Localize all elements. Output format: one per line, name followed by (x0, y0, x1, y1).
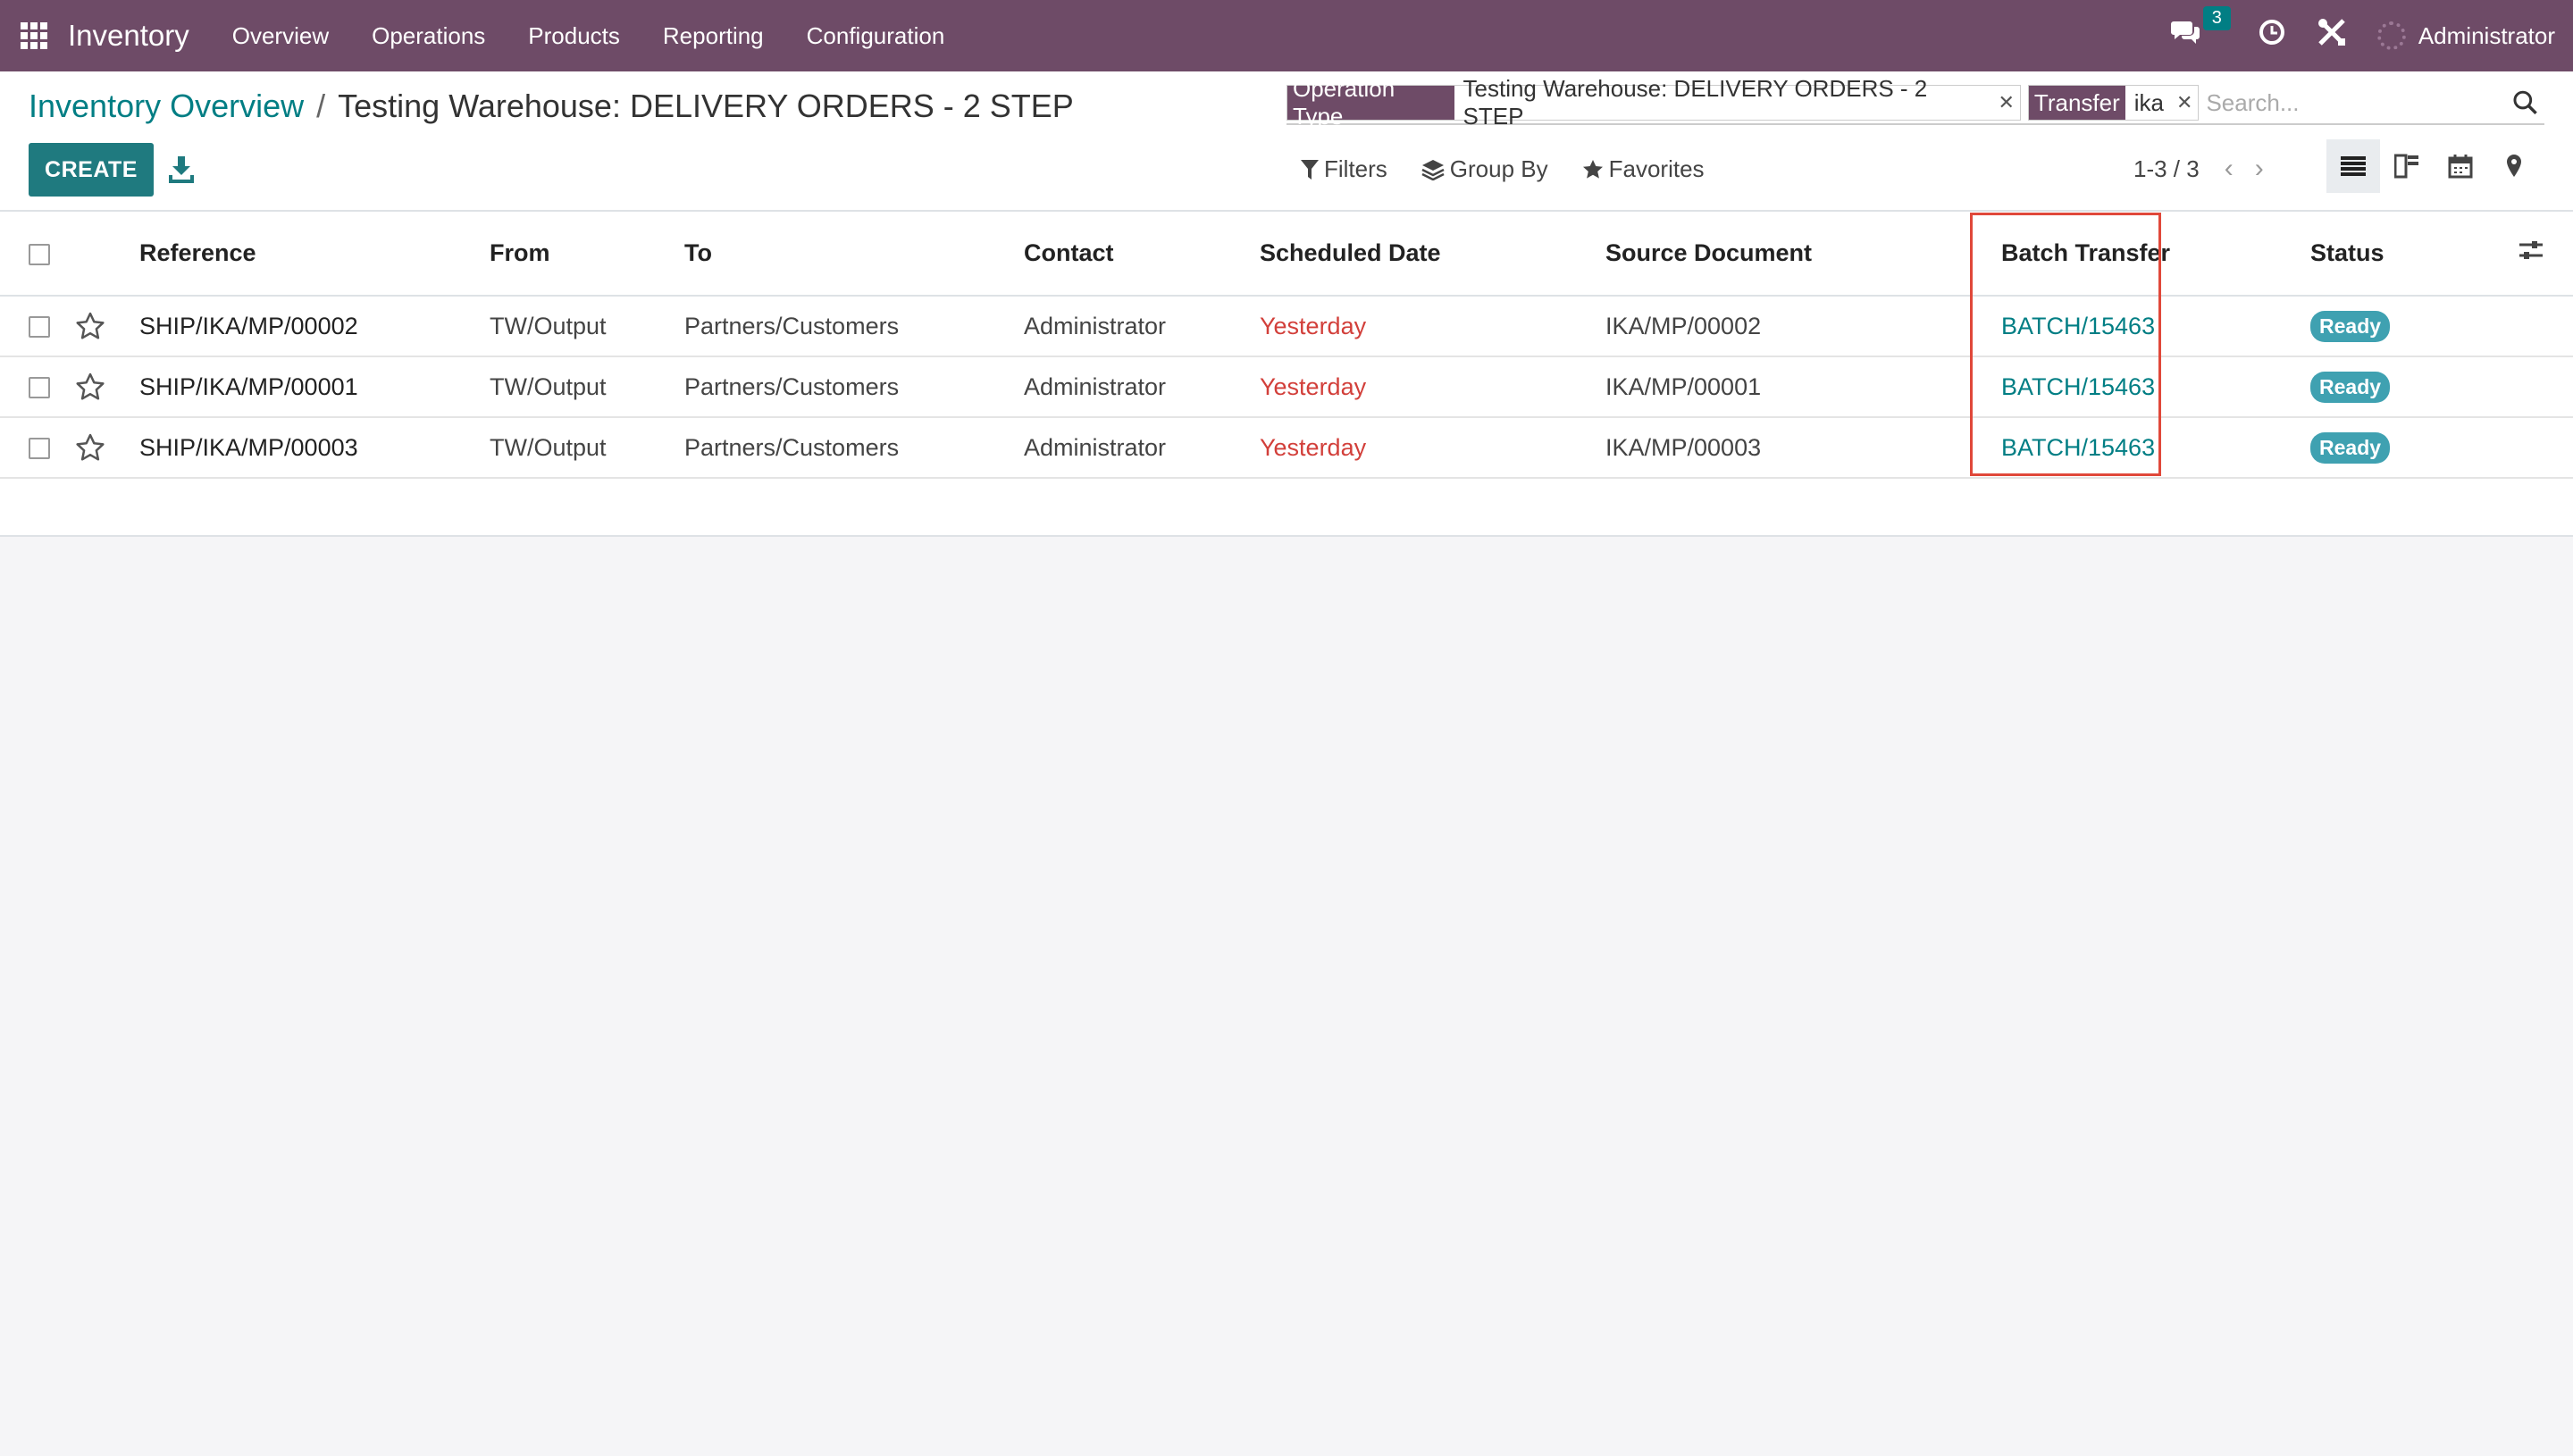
batch-transfer-link[interactable]: BATCH/15463 (2001, 373, 2155, 400)
status-badge: Ready (2310, 371, 2391, 403)
messages-icon[interactable]: 3 (2170, 6, 2231, 53)
pager-value[interactable]: 1-3 / 3 (2133, 155, 2200, 183)
funnel-icon (1301, 159, 1319, 180)
cell-from: TW/Output (490, 433, 607, 461)
column-header-status[interactable]: Status (2310, 212, 2516, 296)
create-button[interactable]: CREATE (29, 143, 154, 197)
map-view-icon[interactable] (2487, 139, 2541, 193)
layers-icon (1421, 159, 1445, 180)
select-all-checkbox[interactable] (29, 243, 50, 265)
optional-columns-icon[interactable] (2516, 235, 2546, 265)
group-by-label: Group By (1449, 155, 1548, 182)
menu-configuration[interactable]: Configuration (785, 22, 967, 50)
pager-next-icon[interactable]: › (2255, 154, 2264, 184)
download-icon[interactable] (168, 154, 195, 184)
row-checkbox[interactable] (29, 438, 50, 460)
cell-to: Partners/Customers (684, 372, 900, 400)
apps-menu-icon[interactable] (18, 20, 50, 52)
cell-scheduled-date: Yesterday (1260, 433, 1367, 461)
row-checkbox[interactable] (29, 316, 50, 339)
user-name: Administrator (2418, 21, 2555, 49)
cell-source-document: IKA/MP/00002 (1605, 312, 1762, 339)
star-icon (1582, 159, 1603, 179)
transfers-list: Reference From To Contact Scheduled Date… (0, 212, 2573, 537)
column-header-from[interactable]: From (490, 212, 684, 296)
activity-clock-icon[interactable] (2258, 18, 2286, 54)
cell-reference: SHIP/IKA/MP/00001 (139, 372, 358, 400)
batch-transfer-link[interactable]: BATCH/15463 (2001, 313, 2155, 339)
column-header-to[interactable]: To (684, 212, 1024, 296)
favorite-star-icon[interactable] (75, 311, 105, 341)
table-header-row: Reference From To Contact Scheduled Date… (0, 212, 2573, 296)
column-header-scheduled-date[interactable]: Scheduled Date (1260, 212, 1605, 296)
table-row[interactable]: SHIP/IKA/MP/00003 TW/Output Partners/Cus… (0, 417, 2573, 478)
row-checkbox[interactable] (29, 377, 50, 399)
search-icon[interactable] (2512, 89, 2539, 116)
cell-to: Partners/Customers (684, 312, 900, 339)
search-facet-operation-type: Operation Type Testing Warehouse: DELIVE… (1286, 75, 2021, 130)
cell-contact: Administrator (1024, 372, 1167, 400)
status-badge: Ready (2310, 310, 2391, 342)
favorite-star-icon[interactable] (75, 372, 105, 402)
avatar (2376, 21, 2406, 50)
filters-button[interactable]: Filters (1301, 155, 1387, 183)
cell-contact: Administrator (1024, 433, 1167, 461)
favorite-star-icon[interactable] (75, 432, 105, 463)
column-header-batch-transfer[interactable]: Batch Transfer (1983, 212, 2310, 296)
favorites-label: Favorites (1608, 155, 1705, 182)
facet-label: Transfer (2028, 86, 2125, 120)
filters-label: Filters (1324, 155, 1387, 182)
column-header-contact[interactable]: Contact (1024, 212, 1260, 296)
search-facet-transfer: Transfer ika ✕ (2027, 85, 2200, 121)
facet-remove-icon[interactable]: ✕ (2176, 91, 2192, 114)
cell-to: Partners/Customers (684, 433, 900, 461)
cell-reference: SHIP/IKA/MP/00003 (139, 433, 358, 461)
pager-previous-icon[interactable]: ‹ (2225, 154, 2234, 184)
facet-value: Testing Warehouse: DELIVERY ORDERS - 2 S… (1463, 75, 1928, 130)
breadcrumb: Inventory Overview / Testing Warehouse: … (29, 88, 1074, 125)
menu-reporting[interactable]: Reporting (641, 22, 785, 50)
kanban-view-icon[interactable] (2380, 139, 2434, 193)
breadcrumb-parent[interactable]: Inventory Overview (29, 88, 304, 125)
user-menu[interactable]: Administrator (2376, 21, 2555, 50)
calendar-view-icon[interactable] (2434, 139, 2487, 193)
table-row[interactable]: SHIP/IKA/MP/00001 TW/Output Partners/Cus… (0, 356, 2573, 417)
menu-products[interactable]: Products (507, 22, 641, 50)
cell-reference: SHIP/IKA/MP/00002 (139, 312, 358, 339)
cell-scheduled-date: Yesterday (1260, 312, 1367, 339)
app-name[interactable]: Inventory (68, 19, 189, 53)
cell-scheduled-date: Yesterday (1260, 372, 1367, 400)
transfers-table: Reference From To Contact Scheduled Date… (0, 212, 2573, 479)
debug-tools-icon[interactable] (2317, 17, 2347, 54)
menu-overview[interactable]: Overview (211, 22, 350, 50)
search-bar: Operation Type Testing Warehouse: DELIVE… (1286, 75, 2544, 130)
view-switcher (2326, 139, 2541, 193)
cell-from: TW/Output (490, 312, 607, 339)
status-badge: Ready (2310, 431, 2391, 464)
list-view-icon[interactable] (2326, 139, 2380, 193)
facet-label: Operation Type (1287, 75, 1454, 130)
pager: 1-3 / 3 ‹ › (2133, 154, 2264, 184)
breadcrumb-separator: / (316, 88, 326, 124)
column-header-reference[interactable]: Reference (139, 212, 490, 296)
cell-source-document: IKA/MP/00003 (1605, 433, 1762, 461)
batch-transfer-link[interactable]: BATCH/15463 (2001, 434, 2155, 461)
cell-source-document: IKA/MP/00001 (1605, 372, 1762, 400)
cell-from: TW/Output (490, 372, 607, 400)
cell-contact: Administrator (1024, 312, 1167, 339)
column-header-source-document[interactable]: Source Document (1605, 212, 1983, 296)
page-title: Testing Warehouse: DELIVERY ORDERS - 2 S… (338, 88, 1074, 124)
group-by-button[interactable]: Group By (1421, 155, 1548, 183)
facet-value: ika (2133, 88, 2165, 116)
search-input[interactable] (2206, 85, 2506, 121)
messages-count-badge: 3 (2202, 6, 2231, 30)
top-navbar: Inventory Overview Operations Products R… (0, 0, 2573, 71)
facet-remove-icon[interactable]: ✕ (1998, 91, 2014, 114)
search-options: Filters Group By Favorites (1301, 155, 1705, 183)
menu-operations[interactable]: Operations (350, 22, 507, 50)
favorites-button[interactable]: Favorites (1582, 155, 1705, 183)
table-row[interactable]: SHIP/IKA/MP/00002 TW/Output Partners/Cus… (0, 296, 2573, 356)
